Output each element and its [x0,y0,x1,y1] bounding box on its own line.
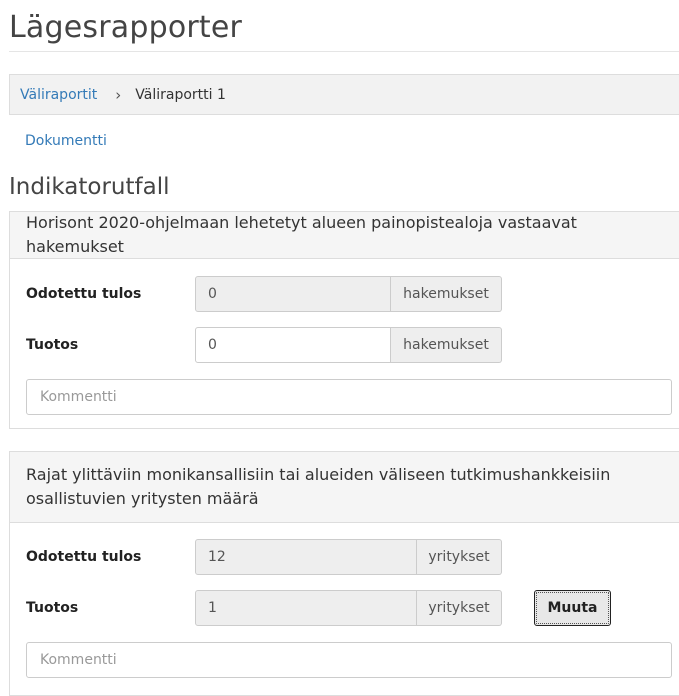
expected-result-label: Odotettu tulos [26,286,142,302]
expected-result-row: Odotettu tulos yritykset [26,539,502,575]
indicator-heading: Rajat ylittäviin monikansallisiin tai al… [10,452,679,523]
output-label: Tuotos [26,337,79,353]
section-title: Indikatorutfall [9,174,170,200]
output-label: Tuotos [26,600,79,616]
page-title: Lägesrapporter [9,10,243,45]
breadcrumb-current: Väliraportti 1 [135,86,226,103]
indicator-heading: Horisont 2020-ohjelmaan lehetetyt alueen… [10,212,679,259]
indicator-title: Horisont 2020-ohjelmaan lehetetyt alueen… [26,213,577,256]
title-divider [9,51,679,52]
output-row: Tuotos yritykset [26,590,502,626]
indicator-title: Rajat ylittäviin monikansallisiin tai al… [26,465,611,508]
breadcrumb-separator-icon: › [115,85,122,104]
expected-result-label: Odotettu tulos [26,549,142,565]
change-button[interactable]: Muuta [534,590,611,626]
comment-field[interactable] [26,379,672,415]
indicator-panel: Horisont 2020-ohjelmaan lehetetyt alueen… [9,211,679,429]
output-unit: hakemukset [391,327,502,363]
indicator-panel: Rajat ylittäviin monikansallisiin tai al… [9,451,679,696]
expected-result-unit: yritykset [417,539,502,575]
output-group: hakemukset [195,327,502,363]
breadcrumb: Väliraportit › Väliraportti 1 [9,74,679,115]
output-field[interactable] [195,327,391,363]
comment-field[interactable] [26,642,672,678]
document-link[interactable]: Dokumentti [25,133,107,149]
output-unit: yritykset [417,590,502,626]
output-group: yritykset [195,590,502,626]
expected-result-group: hakemukset [195,276,502,312]
breadcrumb-link-valiraportit[interactable]: Väliraportit [20,87,97,103]
expected-result-field [195,539,417,575]
output-row: Tuotos hakemukset [26,327,502,363]
expected-result-row: Odotettu tulos hakemukset [26,276,502,312]
expected-result-field [195,276,391,312]
expected-result-unit: hakemukset [391,276,502,312]
output-field [195,590,417,626]
expected-result-group: yritykset [195,539,502,575]
